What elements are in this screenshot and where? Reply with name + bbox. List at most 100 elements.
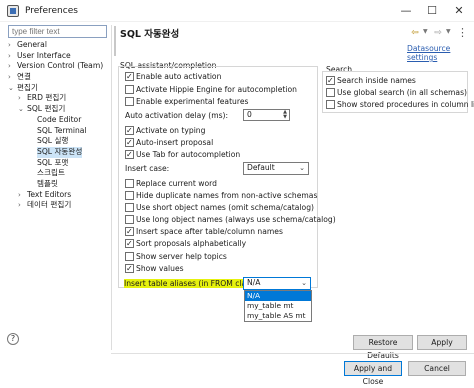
checkbox-box (125, 125, 134, 136)
checkbox-label: Show stored procedures in column list (337, 100, 474, 109)
checkbox-box (125, 71, 134, 82)
collapsed-chevron-icon[interactable]: › (8, 61, 16, 72)
checkbox-box (125, 252, 134, 261)
tree-item-label: ERD 편집기 (27, 93, 67, 103)
filter-input[interactable] (8, 25, 107, 38)
tree-item-label: 데이터 편집기 (27, 200, 72, 210)
tree-item-label: SQL Terminal (37, 125, 87, 135)
panel-splitter[interactable] (111, 25, 112, 350)
checkbox-box (125, 203, 134, 212)
collapsed-chevron-icon[interactable]: › (18, 93, 26, 104)
tree-item-label: Code Editor (37, 114, 82, 124)
collapsed-chevron-icon[interactable]: › (8, 51, 16, 62)
insert-case-select[interactable]: Default ⌄ (243, 162, 309, 175)
help-icon[interactable]: ? (7, 333, 19, 345)
window-title: Preferences (25, 6, 78, 16)
minimize-icon[interactable]: — (393, 2, 419, 20)
tree-item[interactable]: › Version Control (Team) (8, 61, 110, 72)
checkbox-label: Search inside names (337, 76, 416, 85)
checkbox-label: Hide duplicate names from non-active sch… (136, 191, 318, 200)
more-menu-icon[interactable]: ⋮ (457, 26, 468, 39)
tree-item[interactable]: › ERD 편집기 (8, 93, 110, 104)
table-aliases-dropdown: N/A my_table mt my_table AS mt (244, 290, 312, 322)
checkbox-label: Auto-insert proposal (136, 138, 214, 147)
insert-case-label: Insert case: (125, 164, 170, 173)
close-icon[interactable]: ✕ (446, 2, 472, 20)
tree-item[interactable]: ⌄ 편집기 (8, 83, 110, 94)
maximize-icon[interactable]: ☐ (419, 2, 445, 20)
tree-item[interactable]: SQL 실행 (8, 136, 110, 147)
checkbox-label: Use short object names (omit schema/cata… (136, 203, 314, 212)
table-aliases-value: N/A (247, 278, 261, 287)
table-aliases-select[interactable]: N/A ⌄ (243, 277, 311, 290)
tree-item-label: SQL 포맷 (37, 157, 69, 167)
datasource-settings-link[interactable]: Datasource settings (407, 44, 474, 62)
checkbox-box (125, 238, 134, 249)
tree-item[interactable]: › Text Editors (8, 190, 110, 201)
checkbox-label: Activate Hippie Engine for autocompletio… (136, 85, 297, 94)
chevron-down-icon: ⌄ (299, 164, 305, 172)
checkbox-label: Enable experimental features (136, 97, 249, 106)
tree-item-label: 템플릿 (37, 178, 58, 188)
preferences-app-icon (7, 5, 19, 17)
checkbox-label: Use long object names (always use schema… (136, 215, 336, 224)
expanded-chevron-icon[interactable]: ⌄ (8, 83, 16, 94)
dropdown-option[interactable]: my_table mt (245, 301, 311, 311)
tree-item[interactable]: ⌄ SQL 편집기 (8, 104, 110, 115)
dropdown-option[interactable]: my_table AS mt (245, 311, 311, 321)
tree-item[interactable]: 템플릿 (8, 179, 110, 190)
tree-item[interactable]: SQL 포맷 (8, 158, 110, 169)
checkbox-box (125, 85, 134, 94)
collapsed-chevron-icon[interactable]: › (8, 72, 16, 83)
dropdown-option[interactable]: N/A (245, 291, 311, 301)
checkbox-box (125, 149, 134, 160)
collapsed-chevron-icon[interactable]: › (18, 200, 26, 211)
chevron-down-icon: ⌄ (301, 279, 307, 287)
tree-item-label: User Interface (17, 50, 71, 60)
tree-item[interactable]: › General (8, 40, 110, 51)
tree-item-label: SQL 자동완성 (37, 146, 83, 158)
tree-item-label: 연결 (17, 72, 31, 82)
checkbox-label: Insert space after table/column names (136, 227, 283, 236)
checkbox-box (125, 215, 134, 224)
checkbox-box (125, 137, 134, 148)
checkbox-label: Activate on typing (136, 126, 206, 135)
checkbox-label: Show server help topics (136, 252, 227, 261)
page-title: SQL 자동완성 (120, 29, 180, 40)
expanded-chevron-icon[interactable]: ⌄ (18, 104, 26, 115)
tree-item-label: SQL 실행 (37, 136, 69, 146)
checkbox-box (326, 100, 335, 109)
tree-item-label: Text Editors (27, 189, 72, 199)
spin-down-icon[interactable]: ▼ (281, 115, 289, 120)
tree-item[interactable]: › User Interface (8, 51, 110, 62)
checkbox-label: Use Tab for autocompletion (136, 150, 241, 159)
tree-item-label: 스크립트 (37, 168, 65, 178)
preferences-tree: › General › User Interface › Version Control … (8, 40, 110, 211)
cancel-button[interactable]: Cancel (408, 361, 466, 376)
collapsed-chevron-icon[interactable]: › (8, 40, 16, 51)
forward-history-caret-icon[interactable]: ▼ (446, 28, 451, 35)
tree-item[interactable]: › 연결 (8, 72, 110, 83)
collapsed-chevron-icon[interactable]: › (18, 190, 26, 201)
checkbox-label: Replace current word (136, 179, 217, 188)
tree-item-label: General (17, 40, 47, 49)
back-history-caret-icon[interactable]: ▼ (423, 28, 428, 35)
activation-delay-label: Auto activation delay (ms): (125, 111, 229, 120)
tree-item[interactable]: Code Editor (8, 115, 110, 126)
apply-and-close-button[interactable]: Apply and Close (344, 361, 402, 386)
restore-defaults-button[interactable]: Restore Defaults (353, 335, 413, 360)
back-arrow-icon[interactable]: ⇦ (409, 27, 421, 39)
apply-button[interactable]: Apply (417, 335, 467, 350)
tree-item-label: SQL 편집기 (27, 104, 66, 114)
tree-item[interactable]: › 데이터 편집기 (8, 200, 110, 211)
checkbox-box (125, 263, 134, 274)
activation-delay-spinner[interactable]: 0 ▲ ▼ (243, 109, 290, 121)
activation-delay-value: 0 (247, 110, 252, 119)
tree-item-label: 편집기 (17, 82, 38, 92)
tree-item[interactable]: 스크립트 (8, 168, 110, 179)
tree-item[interactable]: SQL Terminal (8, 126, 110, 137)
tree-item[interactable]: SQL 자동완성 (8, 146, 110, 158)
insert-case-value: Default (247, 163, 275, 172)
forward-arrow-icon[interactable]: ⇨ (432, 27, 444, 39)
footer-divider (111, 353, 474, 354)
